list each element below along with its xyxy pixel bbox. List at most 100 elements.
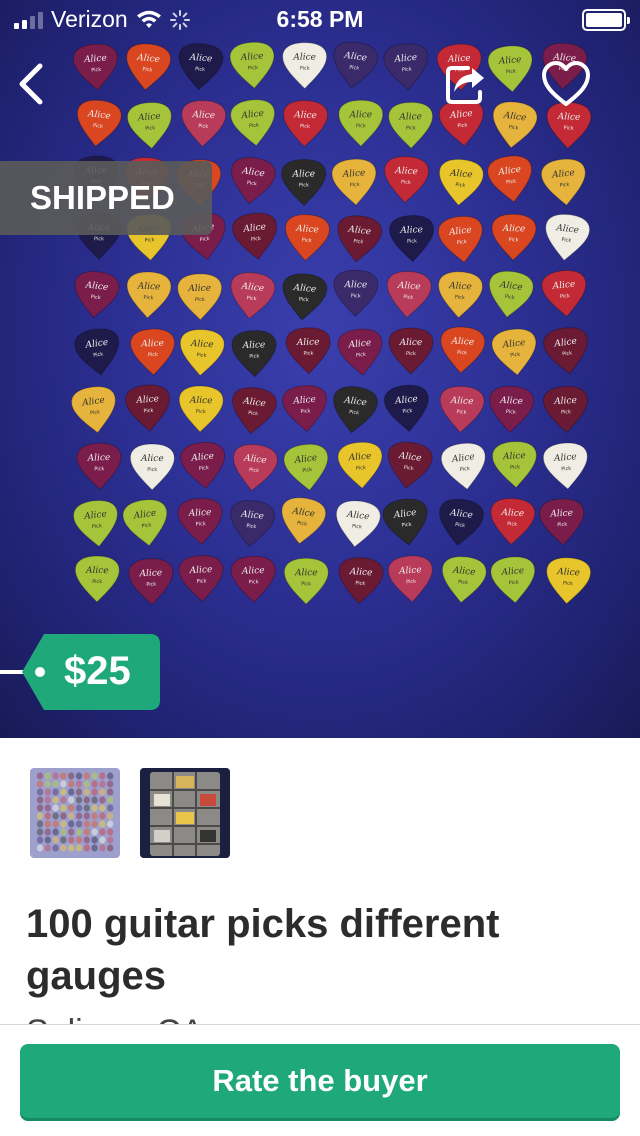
guitar-pick: AlicePick <box>178 385 224 433</box>
thumbnail-pick <box>44 812 51 820</box>
thumbnail-1-image <box>36 772 114 852</box>
svg-text:Alice: Alice <box>341 168 365 180</box>
guitar-pick: AlicePick <box>73 499 118 548</box>
thumbnail-pick <box>83 804 90 812</box>
rate-buyer-button[interactable]: Rate the buyer <box>20 1044 620 1118</box>
svg-text:Pick: Pick <box>356 352 367 359</box>
svg-text:Pick: Pick <box>142 66 153 73</box>
guitar-pick: AlicePick <box>331 158 377 206</box>
svg-text:Alice: Alice <box>500 566 524 578</box>
svg-text:Alice: Alice <box>239 52 263 64</box>
svg-text:Alice: Alice <box>138 568 162 579</box>
svg-text:Pick: Pick <box>407 238 417 244</box>
svg-text:Pick: Pick <box>300 123 310 129</box>
guitar-pick: AlicePick <box>129 443 175 491</box>
thumbnail-pick <box>60 836 67 844</box>
svg-text:Alice: Alice <box>294 568 318 578</box>
guitar-pick: AlicePick <box>283 557 329 605</box>
thumbnail-pick <box>99 820 106 828</box>
svg-text:Alice: Alice <box>448 281 472 292</box>
svg-text:Pick: Pick <box>457 350 467 357</box>
guitar-pick: AlicePick <box>386 270 432 319</box>
thumbnail-pick <box>68 788 75 796</box>
thumbnail-pick <box>52 828 59 836</box>
svg-text:Pick: Pick <box>196 352 206 359</box>
thumbnail-pick <box>36 836 44 844</box>
guitar-pick: AlicePick <box>333 41 379 89</box>
thumbnail-pick <box>60 772 67 780</box>
guitar-pick: AlicePick <box>438 215 483 264</box>
battery-icon <box>582 9 630 31</box>
back-button[interactable] <box>14 60 54 108</box>
svg-text:Alice: Alice <box>450 336 474 348</box>
guitar-pick: AlicePick <box>492 101 538 149</box>
svg-text:Pick: Pick <box>456 239 467 246</box>
svg-text:Alice: Alice <box>502 451 526 462</box>
thumbnail-pick <box>83 780 90 788</box>
guitar-pick: AlicePick <box>77 99 122 147</box>
listing-photo[interactable]: Alice Pick Alice Pick Alice Pick Alice Pick Alic… <box>0 0 640 738</box>
favorite-button[interactable] <box>540 60 592 108</box>
svg-text:Pick: Pick <box>402 408 413 415</box>
svg-text:Pick: Pick <box>248 410 259 417</box>
thumbnail-pick <box>99 804 106 812</box>
guitar-pick: AlicePick <box>490 498 536 546</box>
guitar-pick: AlicePick <box>74 271 120 319</box>
svg-text:Pick: Pick <box>300 66 310 72</box>
thumbnail-pick <box>91 804 98 812</box>
thumbnail-1[interactable] <box>30 768 120 858</box>
svg-text:Pick: Pick <box>563 580 573 587</box>
thumbnail-2[interactable] <box>140 768 230 858</box>
thumbnail-pick <box>75 812 83 820</box>
thumbnail-pick <box>68 820 75 828</box>
thumbnail-pick <box>91 836 98 844</box>
guitar-pick: AlicePick <box>283 100 329 148</box>
svg-text:Alice: Alice <box>295 224 319 236</box>
thumbnail-pick <box>44 780 51 788</box>
guitar-pick: AlicePick <box>232 387 277 435</box>
svg-text:Pick: Pick <box>195 297 205 303</box>
thumbnail-pick <box>60 820 67 828</box>
thumbnail-pick <box>83 812 90 820</box>
share-button[interactable] <box>442 60 490 108</box>
thumbnail-2-image <box>140 768 230 858</box>
thumbnail-pick <box>75 828 83 836</box>
svg-text:Pick: Pick <box>145 125 155 132</box>
thumbnail-pick <box>36 780 44 788</box>
svg-text:Pick: Pick <box>509 580 519 587</box>
guitar-pick: AlicePick <box>488 270 534 318</box>
svg-text:Pick: Pick <box>455 294 465 301</box>
guitar-pick: AlicePick <box>383 384 429 433</box>
svg-text:Pick: Pick <box>147 467 157 473</box>
thumbnail-pick <box>36 828 44 836</box>
guitar-pick: AlicePick <box>491 213 537 261</box>
svg-text:Alice: Alice <box>348 110 372 120</box>
svg-text:Pick: Pick <box>146 582 156 588</box>
guitar-pick: AlicePick <box>388 101 434 150</box>
guitar-pick: AlicePick <box>382 498 428 546</box>
thumbnail-pick <box>36 812 44 820</box>
svg-text:Alice: Alice <box>135 394 159 406</box>
svg-text:Pick: Pick <box>143 408 153 415</box>
svg-text:Pick: Pick <box>249 122 260 129</box>
thumbnail-pick <box>75 796 83 804</box>
guitar-pick: AlicePick <box>230 272 276 320</box>
thumbnail-pick <box>107 844 114 852</box>
guitar-pick: AlicePick <box>543 385 588 434</box>
thumbnail-pick <box>107 804 114 812</box>
svg-text:Pick: Pick <box>507 521 517 528</box>
svg-text:Alice: Alice <box>399 338 423 348</box>
listing-location: Salinas, CA <box>26 1006 616 1024</box>
guitar-pick: AlicePick <box>439 385 485 434</box>
thumbnail-pick <box>99 780 106 788</box>
guitar-pick: AlicePick <box>179 329 225 377</box>
guitar-pick: AlicePick <box>543 327 588 375</box>
guitar-pick: Alice Pick <box>490 556 536 604</box>
status-bar: Verizon 6:58 PM <box>0 0 640 40</box>
thumbnail-pick <box>68 828 75 836</box>
guitar-pick: AlicePick <box>387 441 433 489</box>
svg-text:Pick: Pick <box>300 408 310 415</box>
svg-text:Alice: Alice <box>83 53 107 65</box>
thumbnail-pick <box>99 812 106 820</box>
svg-text:Pick: Pick <box>559 182 570 189</box>
